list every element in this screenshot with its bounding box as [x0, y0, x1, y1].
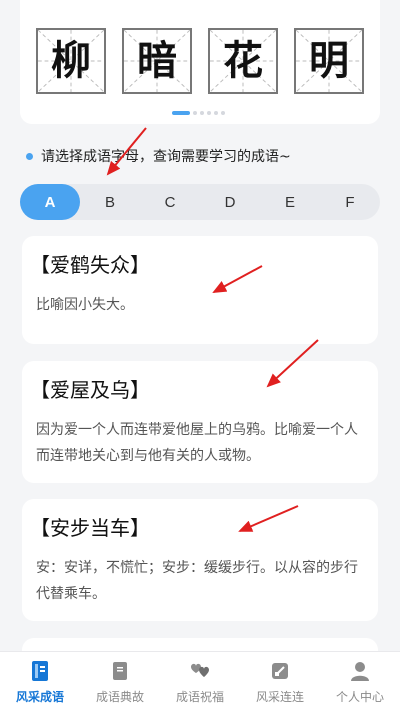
carousel-indicator[interactable]: [172, 111, 225, 115]
idiom-title: 【安步当车】: [30, 516, 150, 540]
tile-character: 暗: [137, 37, 177, 84]
idiom-description: 安：安详，不慌忙；安步：缓缓步行。以从容的步行代替乘车。: [36, 560, 358, 602]
nav-label: 风采连连: [255, 690, 304, 704]
nav-label: 风采成语: [15, 690, 64, 704]
idiom-tiles: 柳 暗 花 明: [36, 28, 364, 94]
letter-hint: 请选择成语字母，查询需要学习的成语~: [26, 146, 291, 166]
carousel-dot[interactable]: [172, 111, 190, 115]
letter-selector: A B C D E F: [20, 184, 380, 220]
idiom-description: 比喻因小失大。: [36, 297, 134, 313]
letter-tab-e[interactable]: E: [260, 184, 320, 220]
tile-character: 花: [223, 37, 263, 84]
banner-carousel[interactable]: 柳 暗 花 明: [20, 0, 380, 124]
idiom-title: 【爱屋及乌】: [30, 378, 150, 402]
book-icon: [29, 660, 51, 682]
nav-item-stories[interactable]: 成语典故: [80, 652, 160, 710]
nav-item-idioms[interactable]: 风采成语: [0, 652, 80, 710]
person-icon: [349, 660, 371, 682]
letter-tab-f[interactable]: F: [320, 184, 380, 220]
nav-label: 个人中心: [335, 690, 384, 704]
hint-text: 请选择成语字母，查询需要学习的成语~: [41, 149, 291, 165]
letter-tab-b[interactable]: B: [80, 184, 140, 220]
character-tile: 柳: [36, 28, 106, 94]
nav-label: 成语祝福: [175, 690, 224, 704]
character-tile: 花: [208, 28, 278, 94]
nav-item-link[interactable]: 风采连连: [240, 652, 320, 710]
idiom-card[interactable]: 【爱鹤失众】 比喻因小失大。: [22, 236, 378, 344]
idiom-card[interactable]: 【安步当车】 安：安详，不慌忙；安步：缓缓步行。以从容的步行代替乘车。: [22, 499, 378, 621]
nav-item-profile[interactable]: 个人中心: [320, 652, 400, 710]
carousel-dot[interactable]: [193, 111, 197, 115]
idiom-description: 因为爱一个人而连带爱他屋上的乌鸦。比喻爱一个人而连带地关心到与他有关的人或物。: [36, 422, 358, 464]
idiom-title: 【爱鹤失众】: [30, 253, 150, 277]
bottom-nav: 风采成语 成语典故 成语祝福 风采连连 个人中心: [0, 651, 400, 710]
link-square-icon: [269, 660, 291, 682]
letter-tab-a[interactable]: A: [20, 184, 80, 220]
bullet-icon: [26, 152, 33, 160]
carousel-dot[interactable]: [200, 111, 204, 115]
character-tile: 暗: [122, 28, 192, 94]
nav-item-blessings[interactable]: 成语祝福: [160, 652, 240, 710]
tile-character: 明: [309, 37, 349, 84]
hearts-icon: [189, 660, 211, 682]
idiom-card[interactable]: 【爱屋及乌】 因为爱一个人而连带爱他屋上的乌鸦。比喻爱一个人而连带地关心到与他有…: [22, 361, 378, 483]
nav-label: 成语典故: [95, 690, 144, 704]
carousel-dot[interactable]: [207, 111, 211, 115]
storybook-icon: [109, 660, 131, 682]
carousel-dot[interactable]: [214, 111, 218, 115]
carousel-dot[interactable]: [221, 111, 225, 115]
letter-tab-c[interactable]: C: [140, 184, 200, 220]
tile-character: 柳: [51, 37, 91, 84]
letter-tab-d[interactable]: D: [200, 184, 260, 220]
character-tile: 明: [294, 28, 364, 94]
